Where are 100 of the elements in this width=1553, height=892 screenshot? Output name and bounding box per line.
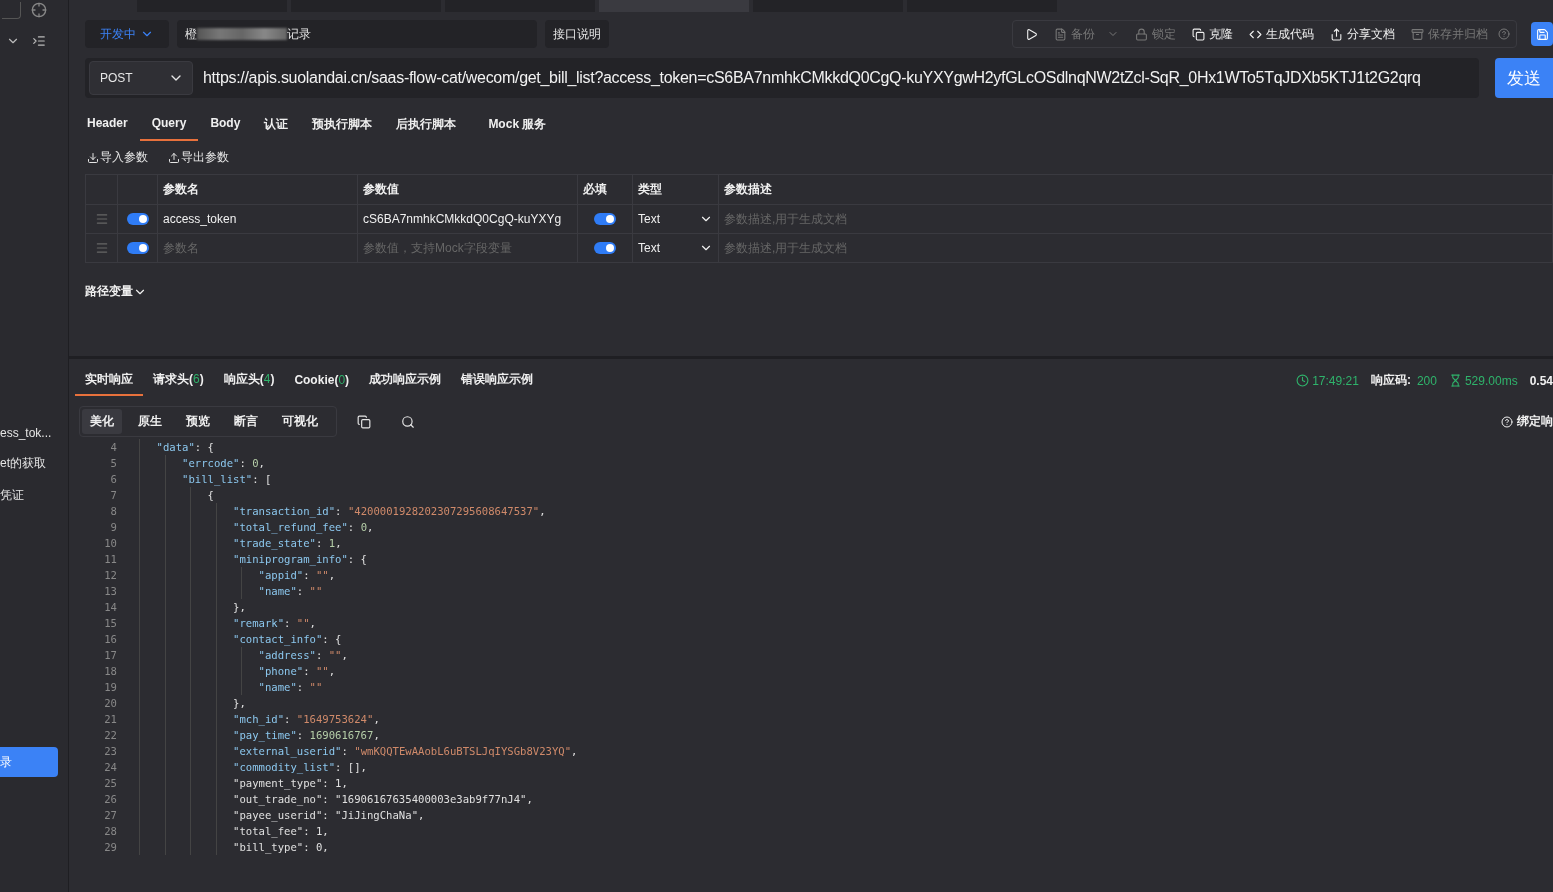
response-tab[interactable]: 错误响应示例 [451, 365, 544, 396]
type-select[interactable]: Text [638, 212, 713, 226]
download-icon [87, 151, 99, 164]
line-number: 9 [109, 520, 118, 535]
column-header: 参数名 [158, 175, 358, 205]
view-tab[interactable]: 断言 [226, 409, 266, 434]
doc-button[interactable]: 接口说明 [545, 20, 609, 48]
response-tab[interactable]: 成功响应示例 [359, 365, 452, 396]
tab[interactable]: 后执行脚本 [384, 110, 469, 141]
title-field[interactable]: 橙 记录 [177, 20, 537, 48]
code-line: "payment_type": 1, [232, 777, 348, 789]
column-header: 必填 [578, 175, 633, 205]
tab[interactable]: Query [139, 110, 199, 141]
sidebar-item[interactable]: ess_tok... [0, 418, 68, 447]
table-cell[interactable]: cS6BA7nmhkCMkkdQ0CgQ-kuYXYg [358, 205, 578, 234]
tab[interactable]: 预执行脚本 [300, 110, 385, 141]
save-button[interactable] [1531, 22, 1553, 46]
code-line: { [206, 489, 214, 501]
code-line: "mch_id": "1649753624", [232, 713, 380, 725]
line-number: 28 [103, 824, 118, 839]
copy-icon[interactable] [357, 414, 371, 429]
line-number: 7 [109, 488, 118, 503]
help-icon [1501, 415, 1513, 428]
type-select[interactable]: Text [638, 241, 713, 255]
search-icon[interactable] [401, 414, 415, 429]
line-number: 6 [109, 472, 118, 487]
copy-icon [1192, 27, 1205, 41]
line-number: 16 [103, 632, 118, 647]
table-cell[interactable]: access_token [158, 205, 358, 234]
code-line: "trade_state": 1, [232, 537, 342, 549]
line-number: 29 [103, 840, 118, 855]
toolbar-button[interactable]: 生成代码 [1243, 25, 1320, 43]
code-line: "contact_info": { [232, 633, 342, 645]
line-number: 8 [109, 504, 118, 519]
list-icon[interactable] [32, 34, 46, 48]
help-icon[interactable] [1498, 28, 1510, 40]
line-number: 11 [103, 552, 118, 567]
environment-select[interactable]: 开发中 [85, 20, 169, 48]
required-toggle[interactable] [594, 213, 616, 225]
line-number: 13 [103, 584, 118, 599]
tab[interactable]: 认证 [252, 110, 301, 141]
lock-icon [1135, 27, 1148, 41]
response-tab[interactable]: 请求头(6) [143, 365, 214, 396]
response-tab[interactable]: 实时响应 [75, 365, 143, 396]
method-select[interactable]: POST [89, 61, 193, 95]
code-line: "errcode": 0, [181, 457, 265, 469]
column-header: 参数描述 [719, 175, 1553, 205]
toolbar-button[interactable]: 克隆 [1186, 25, 1239, 43]
tab[interactable]: Mock 服务 [476, 110, 559, 141]
enable-toggle[interactable] [126, 213, 149, 225]
url-field[interactable]: https://apis.suolandai.cn/saas-flow-cat/wecom/get_bill_list?access_token=cS6BA7nmhkCMkkdQ0CgQ-kuYXYgwH2yfGLcOSdlnqNW2tZcl-SqR_0Hx1WTo5TqJDXb5KTJ1t2G2qrq [193, 69, 1475, 87]
response-tab[interactable]: 响应头(4) [213, 365, 285, 396]
code-line: }, [232, 601, 246, 613]
code-line: "appid": "", [257, 569, 336, 581]
view-tab[interactable]: 美化 [82, 409, 122, 434]
view-tab[interactable]: 可视化 [274, 409, 326, 434]
line-number: 4 [109, 440, 118, 455]
hourglass-icon [1448, 374, 1462, 387]
view-tab[interactable]: 预览 [178, 409, 218, 434]
code-line: "total_refund_fee": 0, [232, 521, 374, 533]
sidebar-item[interactable]: 凭证 [0, 479, 68, 511]
code-line: "bill_type": 0, [232, 841, 329, 853]
share-icon [1330, 27, 1343, 41]
tab[interactable]: Body [198, 110, 253, 141]
code-line: "miniprogram_info": { [232, 553, 367, 565]
path-variables-toggle[interactable]: 路径变量 [85, 283, 147, 300]
archive-icon [1411, 27, 1424, 41]
drag-handle-icon[interactable] [94, 241, 109, 255]
view-tab[interactable]: 原生 [130, 409, 170, 434]
line-number: 26 [103, 792, 118, 807]
bind-response-button[interactable]: 绑定响 [1501, 413, 1553, 430]
duration: 529.00ms [1448, 373, 1518, 388]
target-icon[interactable] [31, 2, 47, 18]
line-number: 14 [103, 600, 118, 615]
drag-handle-icon[interactable] [94, 212, 109, 226]
tab[interactable]: Header [75, 110, 140, 141]
toolbar-button[interactable]: 分享文档 [1324, 25, 1401, 43]
line-number: 20 [103, 696, 118, 711]
param-action-button[interactable]: 导出参数 [168, 149, 229, 166]
column-header: 参数值 [358, 175, 578, 205]
sidebar-button[interactable]: 录 [0, 747, 58, 777]
line-number: 24 [103, 760, 118, 775]
code-line: "remark": "", [232, 617, 316, 629]
status-code: 200 [1416, 373, 1437, 388]
code-line: "phone": "", [257, 665, 336, 677]
send-button[interactable]: 发送 [1495, 58, 1553, 98]
required-toggle[interactable] [594, 242, 616, 254]
param-action-button[interactable]: 导入参数 [87, 149, 148, 166]
line-number: 18 [103, 664, 118, 679]
line-number: 25 [103, 776, 118, 791]
response-tab[interactable]: Cookie(0) [284, 366, 360, 395]
code-line: "name": "" [257, 585, 323, 597]
line-number: 22 [103, 728, 118, 743]
column-header: 类型 [633, 175, 719, 205]
response-size: 0.54 [1529, 373, 1553, 388]
sidebar-item[interactable]: et的获取 [0, 447, 68, 479]
enable-toggle[interactable] [126, 242, 149, 254]
line-number: 21 [103, 712, 118, 727]
line-number: 15 [103, 616, 118, 631]
code-line: "name": "" [257, 681, 323, 693]
